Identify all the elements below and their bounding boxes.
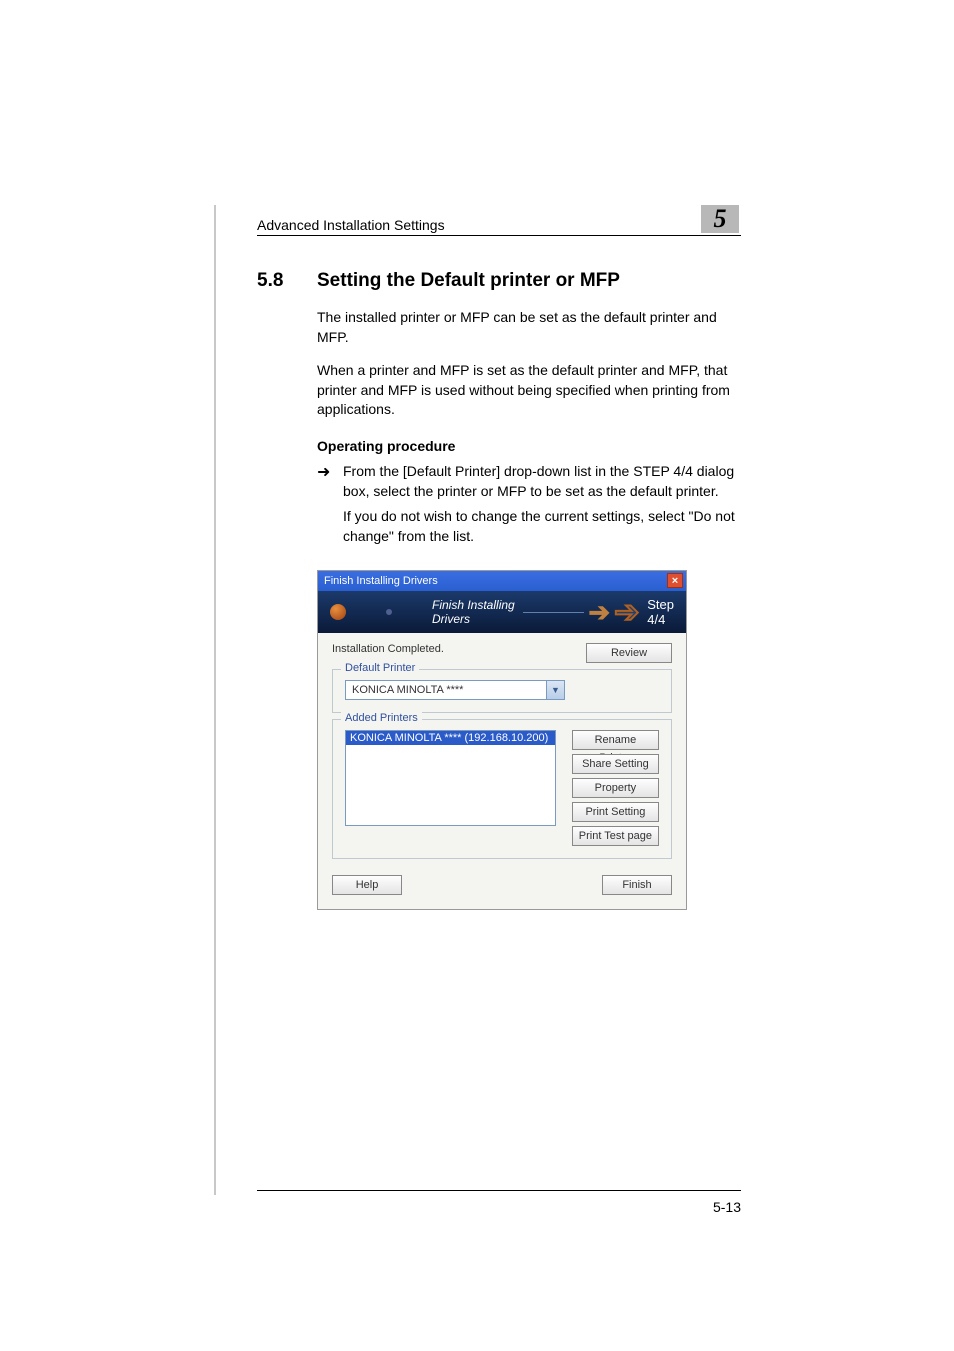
banner-dot-large [330, 604, 346, 620]
finish-install-dialog: Finish Installing Drivers × Finish Insta… [317, 570, 687, 910]
gutter-rule [214, 205, 216, 1195]
section-number: 5.8 [257, 270, 317, 292]
print-test-page-button[interactable]: Print Test page [572, 826, 659, 846]
default-printer-value: KONICA MINOLTA **** [346, 684, 546, 696]
arrow-icon: ➜ [317, 462, 343, 546]
chapter-badge: 5 [701, 205, 739, 233]
step-label: Step 4/4 [647, 597, 674, 627]
page-number: 5-13 [713, 1199, 741, 1215]
paragraph-1: The installed printer or MFP can be set … [317, 308, 741, 347]
added-printers-group: Added Printers KONICA MINOLTA **** (192.… [332, 719, 672, 859]
arrow-right-big-icon: ➔ [614, 595, 639, 630]
paragraph-2: When a printer and MFP is set as the def… [317, 361, 741, 420]
added-printers-list[interactable]: KONICA MINOLTA **** (192.168.10.200) [345, 730, 556, 826]
page-header: Advanced Installation Settings 5 [257, 205, 741, 236]
dialog-banner: Finish Installing Drivers ➔ ➔ Step 4/4 [318, 591, 686, 633]
dialog-title-bar: Finish Installing Drivers × [318, 571, 686, 591]
dialog-body: Installation Completed. Review Default P… [318, 633, 686, 909]
help-button[interactable]: Help [332, 875, 402, 895]
finish-button[interactable]: Finish [602, 875, 672, 895]
default-printer-combo[interactable]: KONICA MINOLTA **** ▼ [345, 680, 565, 700]
step-sub-text: If you do not wish to change the current… [343, 507, 741, 546]
section-title-text: Setting the Default printer or MFP [317, 270, 620, 291]
chevron-down-icon[interactable]: ▼ [546, 681, 564, 699]
default-printer-label: Default Printer [341, 662, 419, 674]
list-item[interactable]: KONICA MINOLTA **** (192.168.10.200) [346, 731, 555, 745]
step-main-text: From the [Default Printer] drop-down lis… [343, 463, 734, 499]
install-complete-text: Installation Completed. [332, 643, 444, 655]
banner-dot-small [386, 609, 392, 615]
banner-dots [330, 604, 432, 620]
section-heading: 5.8Setting the Default printer or MFP [257, 270, 741, 292]
property-button[interactable]: Property [572, 778, 659, 798]
banner-line [523, 612, 585, 613]
share-setting-button[interactable]: Share Setting [572, 754, 659, 774]
page-footer: 5-13 [257, 1190, 741, 1215]
review-button[interactable]: Review [586, 643, 672, 663]
procedure-step: ➜ From the [Default Printer] drop-down l… [317, 462, 741, 546]
rename-printer-button[interactable]: Rename Printer [572, 730, 659, 750]
banner-mid: Finish Installing Drivers [432, 598, 584, 626]
operating-heading: Operating procedure [317, 438, 741, 454]
close-icon[interactable]: × [667, 573, 683, 588]
added-printers-label: Added Printers [341, 712, 422, 724]
default-printer-group: Default Printer KONICA MINOLTA **** ▼ [332, 669, 672, 713]
banner-title-text: Finish Installing Drivers [432, 598, 517, 626]
breadcrumb: Advanced Installation Settings [257, 217, 445, 233]
arrow-right-icon: ➔ [588, 597, 610, 628]
banner-arrows: ➔ ➔ Step 4/4 [584, 595, 674, 630]
print-setting-button[interactable]: Print Setting [572, 802, 659, 822]
dialog-title-text: Finish Installing Drivers [324, 575, 438, 587]
